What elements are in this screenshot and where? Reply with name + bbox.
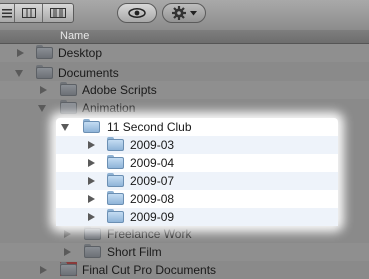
list-item[interactable]: 2009-07 — [0, 172, 369, 190]
item-label: 2009-04 — [130, 156, 175, 170]
action-menu-button[interactable] — [162, 3, 206, 23]
folder-icon — [60, 100, 77, 114]
list-item[interactable]: Final Cut Pro Documents — [0, 261, 369, 279]
folder-icon — [83, 119, 100, 133]
item-label: 2009-07 — [130, 174, 175, 188]
item-label: Adobe Scripts — [82, 83, 157, 97]
disclosure-triangle-icon[interactable] — [88, 195, 95, 203]
item-label: Short Film — [107, 245, 162, 259]
folder-icon — [107, 191, 124, 205]
folder-icon — [107, 137, 124, 151]
item-label: 2009-08 — [130, 192, 175, 206]
coverflow-view-button[interactable] — [43, 4, 73, 22]
folder-icon — [107, 155, 124, 169]
quick-look-button[interactable] — [117, 3, 157, 23]
disclosure-triangle-icon[interactable] — [88, 177, 95, 185]
item-label: Final Cut Pro Documents — [82, 263, 217, 277]
disclosure-triangle-icon[interactable] — [17, 49, 24, 57]
view-mode-control — [0, 3, 74, 23]
list-item[interactable]: Adobe Scripts — [0, 81, 369, 99]
list-item[interactable]: 2009-04 — [0, 154, 369, 172]
list-view-icon — [1, 9, 12, 18]
item-label: 11 Second Club — [107, 120, 192, 134]
disclosure-triangle-icon[interactable] — [88, 141, 95, 149]
list-item[interactable]: 11 Second Club — [0, 118, 369, 136]
list-item[interactable]: Short Film — [0, 243, 369, 261]
folder-icon — [60, 82, 77, 96]
disclosure-triangle-icon[interactable] — [40, 266, 47, 274]
list-item[interactable]: Freelance Work — [0, 225, 369, 243]
app-folder-icon — [60, 262, 77, 276]
item-label: Desktop — [58, 46, 103, 60]
folder-icon — [107, 173, 124, 187]
name-column-label: Name — [60, 30, 90, 42]
disclosure-triangle-icon[interactable] — [40, 86, 47, 94]
list-item[interactable]: Desktop — [0, 44, 369, 62]
folder-icon — [84, 226, 101, 240]
disclosure-triangle-icon[interactable] — [64, 248, 71, 256]
item-label: Documents — [58, 66, 119, 80]
folder-icon — [36, 65, 53, 79]
gear-icon — [171, 6, 186, 20]
list-item[interactable]: 2009-09 — [0, 208, 369, 226]
list-item[interactable]: Documents — [0, 64, 369, 82]
folder-icon — [36, 45, 53, 59]
disclosure-triangle-icon[interactable] — [15, 70, 23, 77]
column-header[interactable]: Name — [0, 30, 369, 44]
disclosure-triangle-icon[interactable] — [88, 213, 95, 221]
toolbar — [0, 0, 369, 31]
item-label: 2009-09 — [130, 210, 175, 224]
disclosure-triangle-icon[interactable] — [61, 124, 69, 131]
folder-icon — [84, 244, 101, 258]
chevron-down-icon — [189, 10, 197, 15]
list-item[interactable]: 2009-08 — [0, 190, 369, 208]
item-label: Freelance Work — [107, 227, 192, 241]
list-item[interactable]: Animation — [0, 99, 369, 117]
eye-icon — [128, 8, 146, 18]
disclosure-triangle-icon[interactable] — [88, 159, 95, 167]
folder-icon — [107, 209, 124, 223]
disclosure-triangle-icon[interactable] — [64, 230, 71, 238]
column-view-icon — [21, 8, 36, 18]
list-view-button[interactable] — [0, 4, 15, 22]
coverflow-view-icon — [50, 8, 66, 18]
item-label: Animation — [82, 101, 136, 115]
item-label: 2009-03 — [130, 138, 175, 152]
list-item[interactable]: 2009-03 — [0, 136, 369, 154]
disclosure-triangle-icon[interactable] — [38, 105, 46, 112]
column-view-button[interactable] — [15, 4, 43, 22]
